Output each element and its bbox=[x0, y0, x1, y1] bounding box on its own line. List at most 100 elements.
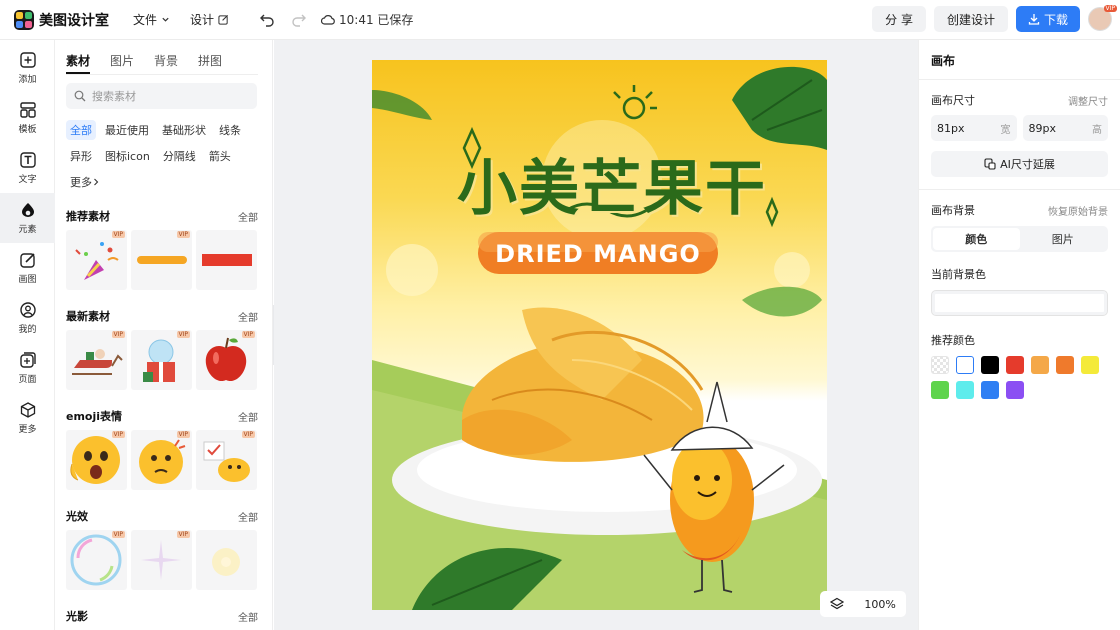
toolbar-item-draw[interactable]: 画图 bbox=[0, 243, 55, 293]
color-swatch[interactable] bbox=[1056, 356, 1074, 374]
draw-icon bbox=[19, 253, 35, 268]
thinking-emoji-image bbox=[139, 439, 186, 484]
toolbar-item-elements[interactable]: 元素 bbox=[0, 193, 55, 243]
tab-images[interactable]: 图片 bbox=[110, 52, 134, 74]
poster-title[interactable]: 小美芒果干 bbox=[432, 140, 792, 227]
chevron-down-icon bbox=[162, 17, 169, 22]
design-menu[interactable]: 设计 bbox=[190, 11, 229, 28]
left-toolbar: 添加 模板 文字 元素 画图 我的 页面 更多 bbox=[0, 40, 55, 630]
chip-recent[interactable]: 最近使用 bbox=[101, 120, 153, 140]
chip-irregular[interactable]: 异形 bbox=[66, 146, 96, 166]
toolbar-item-text[interactable]: 文字 bbox=[0, 143, 55, 193]
vip-badge: VIP bbox=[176, 531, 190, 538]
chip-all[interactable]: 全部 bbox=[66, 120, 96, 140]
color-swatch[interactable] bbox=[956, 381, 974, 399]
zoom-control[interactable]: 100% bbox=[820, 591, 906, 617]
color-swatch[interactable] bbox=[931, 356, 949, 374]
see-all-link[interactable]: 全部 bbox=[238, 609, 258, 624]
section-header-latest: 最新素材 全部 bbox=[66, 309, 258, 324]
see-all-link[interactable]: 全部 bbox=[238, 409, 258, 424]
vip-badge: VIP bbox=[111, 331, 125, 338]
material-thumb[interactable]: VIP bbox=[66, 530, 127, 590]
category-chips: 全部 最近使用 基础形状 线条 异形 图标icon 分隔线 箭头 更多 bbox=[66, 120, 262, 192]
cloud-icon bbox=[321, 15, 335, 25]
logo-icon bbox=[14, 9, 34, 30]
canvas-width-field[interactable]: 81px 宽 bbox=[931, 115, 1017, 141]
canvas-size-label: 画布尺寸 bbox=[931, 94, 975, 107]
tab-bg-image[interactable]: 图片 bbox=[1020, 228, 1107, 250]
share-button[interactable]: 分 享 bbox=[872, 6, 926, 32]
tab-backgrounds[interactable]: 背景 bbox=[154, 52, 178, 74]
redo-icon[interactable] bbox=[291, 13, 307, 27]
vip-badge: VIP bbox=[241, 331, 255, 338]
download-icon bbox=[1028, 14, 1040, 25]
app-logo[interactable]: 美图设计室 bbox=[14, 9, 109, 30]
undo-icon[interactable] bbox=[259, 13, 275, 27]
canvas-height-field[interactable]: 89px 高 bbox=[1022, 115, 1108, 141]
material-thumb[interactable]: VIP bbox=[66, 330, 127, 390]
sleigh-image bbox=[72, 349, 123, 375]
snow-globe-gift-image bbox=[143, 339, 175, 382]
chip-arrows[interactable]: 箭头 bbox=[205, 146, 235, 166]
chip-more[interactable]: 更多 bbox=[66, 172, 104, 192]
chip-basic-shapes[interactable]: 基础形状 bbox=[158, 120, 210, 140]
poster-canvas[interactable]: 小美芒果干 DRIED MANGO bbox=[372, 60, 827, 610]
toolbar-item-template[interactable]: 模板 bbox=[0, 93, 55, 143]
color-swatch[interactable] bbox=[956, 356, 974, 374]
current-bg-color-field[interactable] bbox=[931, 290, 1108, 316]
color-swatch[interactable] bbox=[1006, 356, 1024, 374]
toolbar-item-add[interactable]: 添加 bbox=[0, 43, 55, 93]
toolbar-item-page[interactable]: 页面 bbox=[0, 343, 55, 393]
material-thumb[interactable] bbox=[196, 230, 257, 290]
ai-resize-button[interactable]: AI尺寸延展 bbox=[931, 151, 1108, 177]
material-thumb[interactable]: VIP bbox=[66, 230, 127, 290]
search-input[interactable]: 搜索素材 bbox=[66, 83, 257, 109]
see-all-link[interactable]: 全部 bbox=[238, 209, 258, 224]
chip-icons[interactable]: 图标icon bbox=[101, 146, 154, 166]
edit-icon bbox=[218, 14, 229, 25]
material-thumb[interactable] bbox=[196, 530, 257, 590]
canvas-workspace: 小美芒果干 DRIED MANGO bbox=[274, 40, 918, 630]
tab-materials[interactable]: 素材 bbox=[66, 52, 91, 74]
color-swatch[interactable] bbox=[1031, 356, 1049, 374]
material-thumb[interactable]: VIP bbox=[66, 430, 127, 490]
download-button[interactable]: 下载 bbox=[1015, 6, 1080, 32]
toolbar-item-more[interactable]: 更多 bbox=[0, 393, 55, 443]
restore-bg-link[interactable]: 恢复原始背景 bbox=[1048, 203, 1108, 218]
toolbar-item-mine[interactable]: 我的 bbox=[0, 293, 55, 343]
ai-resize-icon bbox=[984, 158, 996, 170]
section-header-emoji: emoji表情 全部 bbox=[66, 409, 258, 424]
color-swatch[interactable] bbox=[1006, 381, 1024, 399]
layers-icon bbox=[830, 597, 845, 610]
recommended-colors-label: 推荐颜色 bbox=[931, 334, 975, 347]
color-swatch[interactable] bbox=[931, 381, 949, 399]
color-swatch[interactable] bbox=[981, 356, 999, 374]
create-design-button[interactable]: 创建设计 bbox=[933, 6, 1008, 32]
material-thumb[interactable]: VIP bbox=[131, 230, 192, 290]
tab-collage[interactable]: 拼图 bbox=[198, 52, 222, 74]
section-header-recommended: 推荐素材 全部 bbox=[66, 209, 258, 224]
see-all-link[interactable]: 全部 bbox=[238, 509, 258, 524]
canvas-bg-label: 画布背景 bbox=[931, 204, 975, 217]
top-bar: 美图设计室 文件 设计 10:41 已保存 分 享 创建设计 下载 VIP bbox=[0, 0, 1120, 40]
see-all-link[interactable]: 全部 bbox=[238, 309, 258, 324]
resize-link[interactable]: 调整尺寸 bbox=[1068, 93, 1108, 108]
material-thumb[interactable]: VIP bbox=[131, 530, 192, 590]
file-menu[interactable]: 文件 bbox=[133, 11, 170, 28]
material-thumb[interactable]: VIP bbox=[131, 330, 192, 390]
shocked-emoji-image bbox=[70, 436, 120, 484]
poster-banner-text[interactable]: DRIED MANGO bbox=[478, 236, 718, 272]
app-title: 美图设计室 bbox=[39, 12, 109, 29]
material-thumb[interactable]: VIP bbox=[196, 430, 257, 490]
checklist-chick-image bbox=[203, 441, 250, 482]
color-swatch[interactable] bbox=[1081, 356, 1099, 374]
chip-lines[interactable]: 线条 bbox=[215, 120, 245, 140]
material-thumb[interactable]: VIP bbox=[196, 330, 257, 390]
avatar[interactable]: VIP bbox=[1088, 5, 1117, 31]
color-swatch[interactable] bbox=[981, 381, 999, 399]
chip-dividers[interactable]: 分隔线 bbox=[159, 146, 200, 166]
material-thumb[interactable]: VIP bbox=[131, 430, 192, 490]
tab-bg-color[interactable]: 颜色 bbox=[933, 228, 1020, 250]
glow-image bbox=[212, 548, 240, 576]
text-icon bbox=[19, 152, 36, 168]
